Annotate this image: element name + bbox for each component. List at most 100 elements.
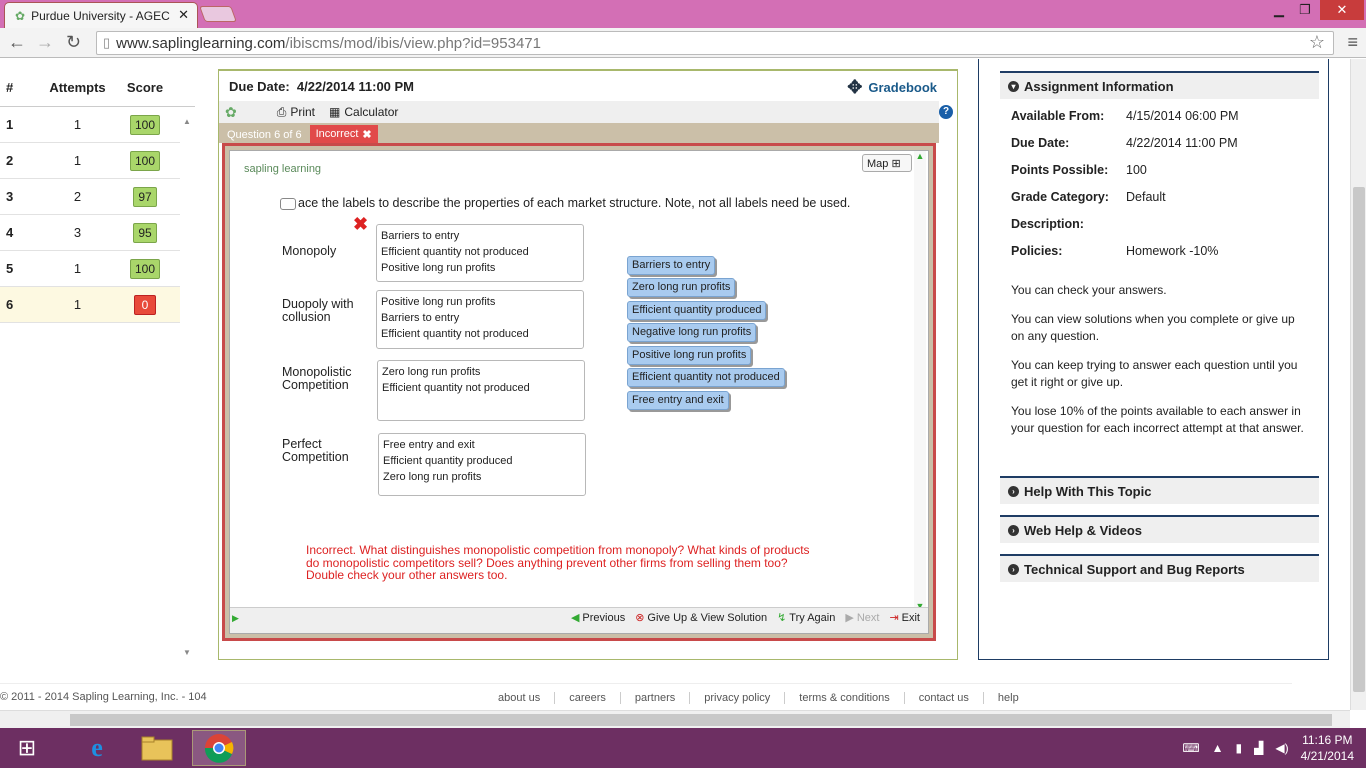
draggable-label[interactable]: Free entry and exit [627, 391, 729, 410]
assignment-info-header[interactable]: ▾ Assignment Information [1000, 71, 1319, 99]
footer-links: about us careers partners privacy policy… [484, 684, 1033, 710]
close-tab-icon[interactable]: ✕ [178, 7, 189, 23]
map-button[interactable]: Map ⊞ [862, 154, 912, 172]
previous-button[interactable]: ◀ Previous [571, 611, 625, 625]
drop-target[interactable]: Positive long run profits Barriers to en… [376, 290, 584, 349]
draggable-label[interactable]: Zero long run profits [627, 278, 736, 297]
web-help-section[interactable]: › Web Help & Videos [1000, 515, 1319, 543]
gradebook-label: Gradebook [868, 80, 937, 95]
page-icon: ▯ [103, 35, 111, 50]
placed-label[interactable]: Free entry and exit [383, 437, 581, 453]
speech-bubble-icon[interactable] [280, 197, 296, 210]
policy-note: You can view solutions when you complete… [1011, 312, 1295, 343]
minimize-icon[interactable]: ▁ [1268, 2, 1290, 24]
draggable-label[interactable]: Efficient quantity not produced [627, 368, 785, 387]
score-row[interactable]: 3 2 97 [0, 179, 180, 215]
footer-link-partners[interactable]: partners [621, 692, 691, 704]
file-explorer-icon[interactable] [130, 730, 184, 766]
back-icon[interactable]: ← [8, 32, 26, 53]
network-icon[interactable]: ▟ [1254, 741, 1263, 755]
placed-label[interactable]: Efficient quantity produced [383, 453, 581, 469]
try-again-icon: ↯ [777, 612, 787, 624]
footer-link-terms[interactable]: terms & conditions [785, 692, 905, 704]
placed-label[interactable]: Efficient quantity not produced [381, 244, 579, 260]
footer-link-about[interactable]: about us [484, 692, 556, 704]
gradebook-icon: ✥ [847, 77, 863, 97]
score-row[interactable]: 5 1 100 [0, 251, 180, 287]
new-tab-button[interactable] [199, 6, 237, 22]
scroll-thumb[interactable] [70, 714, 1332, 726]
clock-time: 11:16 PM [1302, 733, 1353, 747]
frame-scrollbar[interactable]: ▲ ▼ [914, 151, 926, 611]
footer-link-careers[interactable]: careers [555, 692, 621, 704]
help-icon[interactable]: ? [939, 105, 953, 119]
attempts-count: 1 [73, 261, 82, 276]
bookmark-star-icon[interactable]: ☆ [1309, 32, 1325, 53]
next-button[interactable]: ▶ Next [845, 611, 879, 625]
placed-label[interactable]: Zero long run profits [382, 364, 580, 380]
placed-label[interactable]: Efficient quantity not produced [382, 380, 580, 396]
attempts-count: 1 [73, 117, 82, 132]
maximize-icon[interactable]: ❐ [1294, 2, 1316, 24]
drop-target[interactable]: Zero long run profits Efficient quantity… [377, 360, 585, 421]
scroll-thumb[interactable] [1353, 187, 1365, 692]
calculator-button[interactable]: ▦ Calculator [329, 105, 398, 119]
keyboard-icon[interactable]: ⌨ [1182, 741, 1199, 755]
give-up-button[interactable]: ⊗ Give Up & View Solution [635, 611, 767, 625]
page-horizontal-scrollbar[interactable] [0, 710, 1350, 728]
scroll-up-icon[interactable]: ▲ [180, 117, 194, 126]
reload-icon[interactable]: ↻ [66, 32, 81, 53]
draggable-label[interactable]: Barriers to entry [627, 256, 716, 275]
scroll-down-icon[interactable]: ▼ [180, 648, 194, 657]
score-row[interactable]: 1 1 100 [0, 107, 180, 143]
score-row-current[interactable]: 6 1 0 [0, 287, 180, 323]
question-panel: Due Date: 4/22/2014 11:00 PM ✥ Gradebook… [218, 69, 958, 660]
page-vertical-scrollbar[interactable] [1350, 59, 1366, 710]
score-badge: 100 [129, 114, 161, 135]
url-input[interactable]: ▯ www.saplinglearning.com/ibiscms/mod/ib… [96, 31, 1334, 55]
draggable-label[interactable]: Efficient quantity produced [627, 301, 767, 320]
score-panel-scrollbar[interactable]: ▲ ▼ [180, 117, 194, 657]
gradebook-link[interactable]: ✥ Gradebook [847, 77, 937, 98]
exit-button[interactable]: ⇥ Exit [889, 611, 920, 625]
show-hidden-icons[interactable]: ▲ [1212, 741, 1224, 755]
print-button[interactable]: ⎙ Print [277, 105, 315, 120]
browser-tab[interactable]: ✿ Purdue University - AGEC ✕ [4, 2, 198, 28]
page-footer: © 2011 - 2014 Sapling Learning, Inc. - 1… [0, 683, 1292, 710]
placed-label[interactable]: Positive long run profits [381, 260, 579, 276]
footer-link-contact[interactable]: contact us [905, 692, 984, 704]
help-topic-section[interactable]: › Help With This Topic [1000, 476, 1319, 504]
chrome-icon[interactable] [192, 730, 246, 766]
placed-label[interactable]: Efficient quantity not produced [381, 326, 579, 342]
windows-start-icon[interactable]: ⊞ [0, 730, 54, 766]
info-label: Available From: [1011, 109, 1105, 123]
drop-target[interactable]: Free entry and exit Efficient quantity p… [378, 433, 586, 496]
forward-icon[interactable]: → [36, 32, 54, 53]
score-badge: 100 [129, 150, 161, 171]
system-tray: ⌨ ▲ ▮ ▟ ◀) 11:16 PM 4/21/2014 [1182, 728, 1366, 768]
copyright: © 2011 - 2014 Sapling Learning, Inc. - 1… [0, 691, 207, 703]
draggable-label[interactable]: Positive long run profits [627, 346, 752, 365]
battery-icon[interactable]: ▮ [1236, 741, 1243, 755]
clock-date: 4/21/2014 [1300, 749, 1354, 763]
clock[interactable]: 11:16 PM 4/21/2014 [1301, 732, 1354, 764]
draggable-label[interactable]: Negative long run profits [627, 323, 757, 342]
try-again-button[interactable]: ↯ Try Again [777, 611, 835, 625]
score-row[interactable]: 4 3 95 [0, 215, 180, 251]
placed-label[interactable]: Barriers to entry [381, 228, 579, 244]
placed-label[interactable]: Positive long run profits [381, 294, 579, 310]
score-badge: 0 [133, 294, 157, 315]
drop-target[interactable]: Barriers to entry Efficient quantity not… [376, 224, 584, 282]
internet-explorer-icon[interactable]: e [70, 730, 124, 766]
score-row[interactable]: 2 1 100 [0, 143, 180, 179]
close-window-icon[interactable]: ✕ [1320, 0, 1364, 20]
question-tabs: Question 6 of 6 Incorrect ✖ [219, 123, 939, 143]
scroll-up-icon[interactable]: ▲ [914, 151, 926, 161]
placed-label[interactable]: Barriers to entry [381, 310, 579, 326]
footer-link-help[interactable]: help [984, 692, 1033, 704]
volume-icon[interactable]: ◀) [1275, 741, 1288, 755]
placed-label[interactable]: Zero long run profits [383, 469, 581, 485]
tech-support-section[interactable]: › Technical Support and Bug Reports [1000, 554, 1319, 582]
menu-icon[interactable]: ≡ [1347, 32, 1358, 53]
footer-link-privacy[interactable]: privacy policy [690, 692, 786, 704]
